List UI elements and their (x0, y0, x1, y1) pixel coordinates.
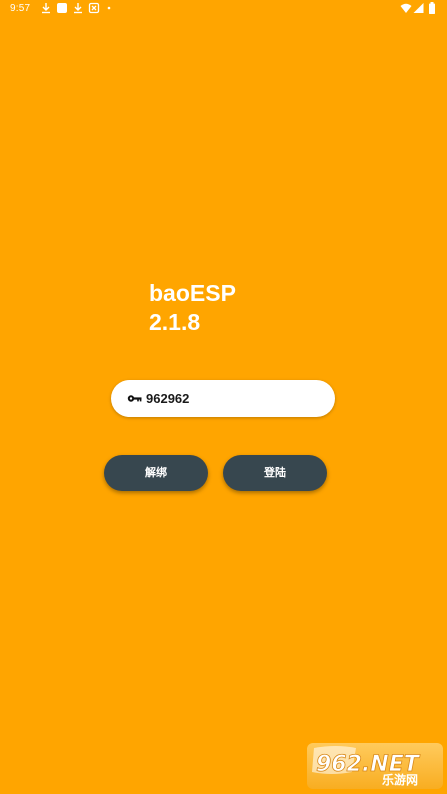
battery-icon (429, 2, 435, 14)
watermark-subtext: 乐游网 (382, 772, 418, 787)
download-icon (42, 3, 50, 14)
app-version: 2.1.8 (149, 309, 201, 335)
unbind-button[interactable]: 解绑 (104, 455, 208, 491)
download-icon (74, 3, 82, 14)
dot-icon (107, 6, 111, 10)
status-bar: 9:57 (0, 0, 447, 18)
cellular-signal-icon (413, 3, 424, 13)
key-field[interactable] (111, 380, 335, 417)
app-screen: 9:57 baoESP 2.1.8 962962 解绑 登陆 962.NET 乐… (0, 0, 447, 794)
notification-square-icon (57, 3, 67, 13)
app-notification-icon (88, 2, 100, 14)
app-name: baoESP (149, 280, 236, 306)
status-time: 9:57 (10, 3, 31, 14)
login-button[interactable]: 登陆 (223, 455, 327, 491)
wifi-icon (400, 3, 412, 13)
watermark-logo: 962.NET 乐游网 (307, 743, 443, 789)
key-input[interactable] (146, 388, 326, 409)
app-title: baoESP 2.1.8 (149, 279, 236, 337)
key-icon (127, 395, 142, 402)
